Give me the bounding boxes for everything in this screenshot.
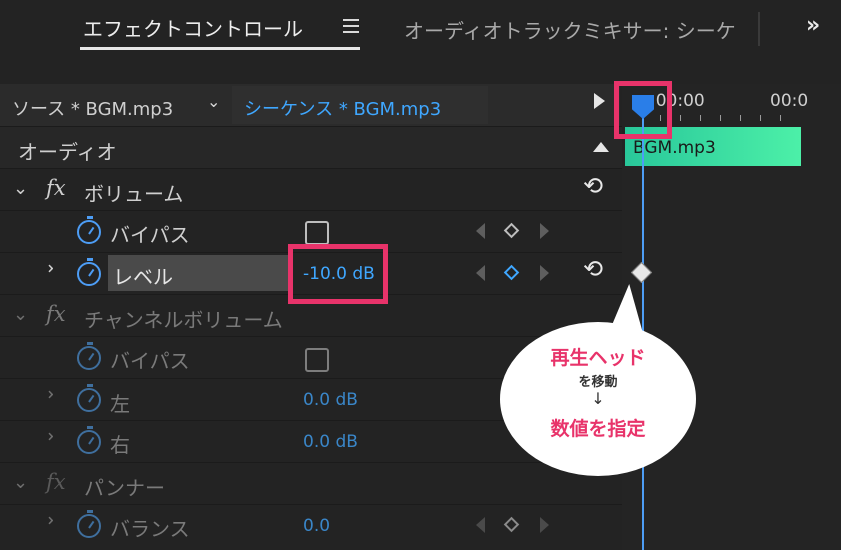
stopwatch-icon[interactable] [77, 342, 101, 370]
ruler-tick [740, 115, 741, 121]
callout-line-1: 再生ヘッド [550, 347, 646, 369]
chevron-right-icon[interactable]: ⌄ [37, 429, 58, 444]
reset-icon[interactable]: ⟲ [583, 255, 603, 283]
prev-keyframe-icon[interactable] [476, 517, 485, 533]
chevron-down-icon[interactable]: ⌄ [207, 92, 220, 111]
prev-keyframe-icon[interactable] [476, 223, 485, 239]
reset-icon[interactable]: ⟲ [583, 172, 603, 200]
tab-audio-track-mixer[interactable]: オーディオトラックミキサー: シーケ [404, 15, 758, 44]
stopwatch-icon[interactable] [77, 216, 101, 244]
ruler-tick [680, 115, 681, 121]
balance-label: バランス [110, 517, 190, 541]
stopwatch-icon[interactable] [77, 258, 101, 286]
next-keyframe-icon[interactable] [540, 223, 549, 239]
tab-effect-controls[interactable]: エフェクトコントロール [83, 13, 303, 42]
bypass-label: バイパス [110, 349, 190, 373]
next-keyframe-icon[interactable] [540, 265, 549, 281]
stopwatch-icon[interactable] [77, 426, 101, 454]
right-channel-label: 右 [110, 433, 130, 457]
play-icon[interactable] [594, 93, 605, 109]
audio-clip-name: BGM.mp3 [633, 138, 716, 158]
ruler-tick [720, 115, 721, 121]
panner-label: パンナー [84, 476, 165, 500]
ruler-time-end: 00:0 [770, 91, 809, 111]
level-value-highlight [288, 244, 388, 304]
next-keyframe-icon[interactable] [540, 517, 549, 533]
channel-volume-label: チャンネルボリューム [84, 308, 283, 332]
audio-section-label: オーディオ [18, 140, 117, 164]
bypass-checkbox[interactable] [305, 221, 329, 245]
chevron-right-icon[interactable]: ⌄ [37, 261, 58, 276]
volume-effect-label: ボリューム [84, 182, 184, 206]
left-channel-value[interactable]: 0.0 dB [303, 390, 358, 410]
sequence-label[interactable]: シーケンス * BGM.mp3 [244, 95, 441, 121]
chevron-down-icon[interactable]: ⌄ [13, 472, 28, 493]
left-channel-label: 左 [110, 392, 130, 416]
level-label: レベル [113, 265, 173, 289]
fx-icon[interactable]: fx [46, 176, 66, 200]
chevron-right-icon[interactable]: ⌄ [37, 387, 58, 402]
active-tab-underline [80, 47, 360, 50]
playhead-highlight [614, 81, 672, 139]
collapse-up-icon[interactable] [593, 142, 609, 152]
right-channel-value[interactable]: 0.0 dB [303, 432, 358, 452]
chevron-right-icon[interactable]: ⌄ [37, 513, 58, 528]
ruler-tick [760, 115, 761, 121]
tab-divider [758, 12, 760, 46]
stopwatch-icon[interactable] [77, 384, 101, 412]
chevron-down-icon[interactable]: ⌄ [13, 304, 28, 325]
prev-keyframe-icon[interactable] [476, 265, 485, 281]
overflow-chevron-icon[interactable]: » [806, 13, 820, 38]
stopwatch-icon[interactable] [77, 510, 101, 538]
chevron-down-icon[interactable]: ⌄ [13, 178, 28, 199]
panel-menu-icon[interactable] [343, 19, 359, 37]
fx-icon[interactable]: fx [46, 302, 66, 326]
bypass-label: バイパス [110, 223, 190, 247]
source-clip-label[interactable]: ソース * BGM.mp3 [12, 95, 173, 121]
ruler-tick [700, 115, 701, 121]
balance-value[interactable]: 0.0 [303, 516, 330, 536]
ruler-tick [780, 115, 781, 121]
callout-line-3: 数値を指定 [550, 418, 646, 440]
fx-icon[interactable]: fx [46, 470, 66, 494]
callout-line-2: を移動 [578, 375, 618, 390]
callout-arrow: ↓ [591, 389, 605, 408]
bypass-checkbox[interactable] [305, 348, 329, 372]
